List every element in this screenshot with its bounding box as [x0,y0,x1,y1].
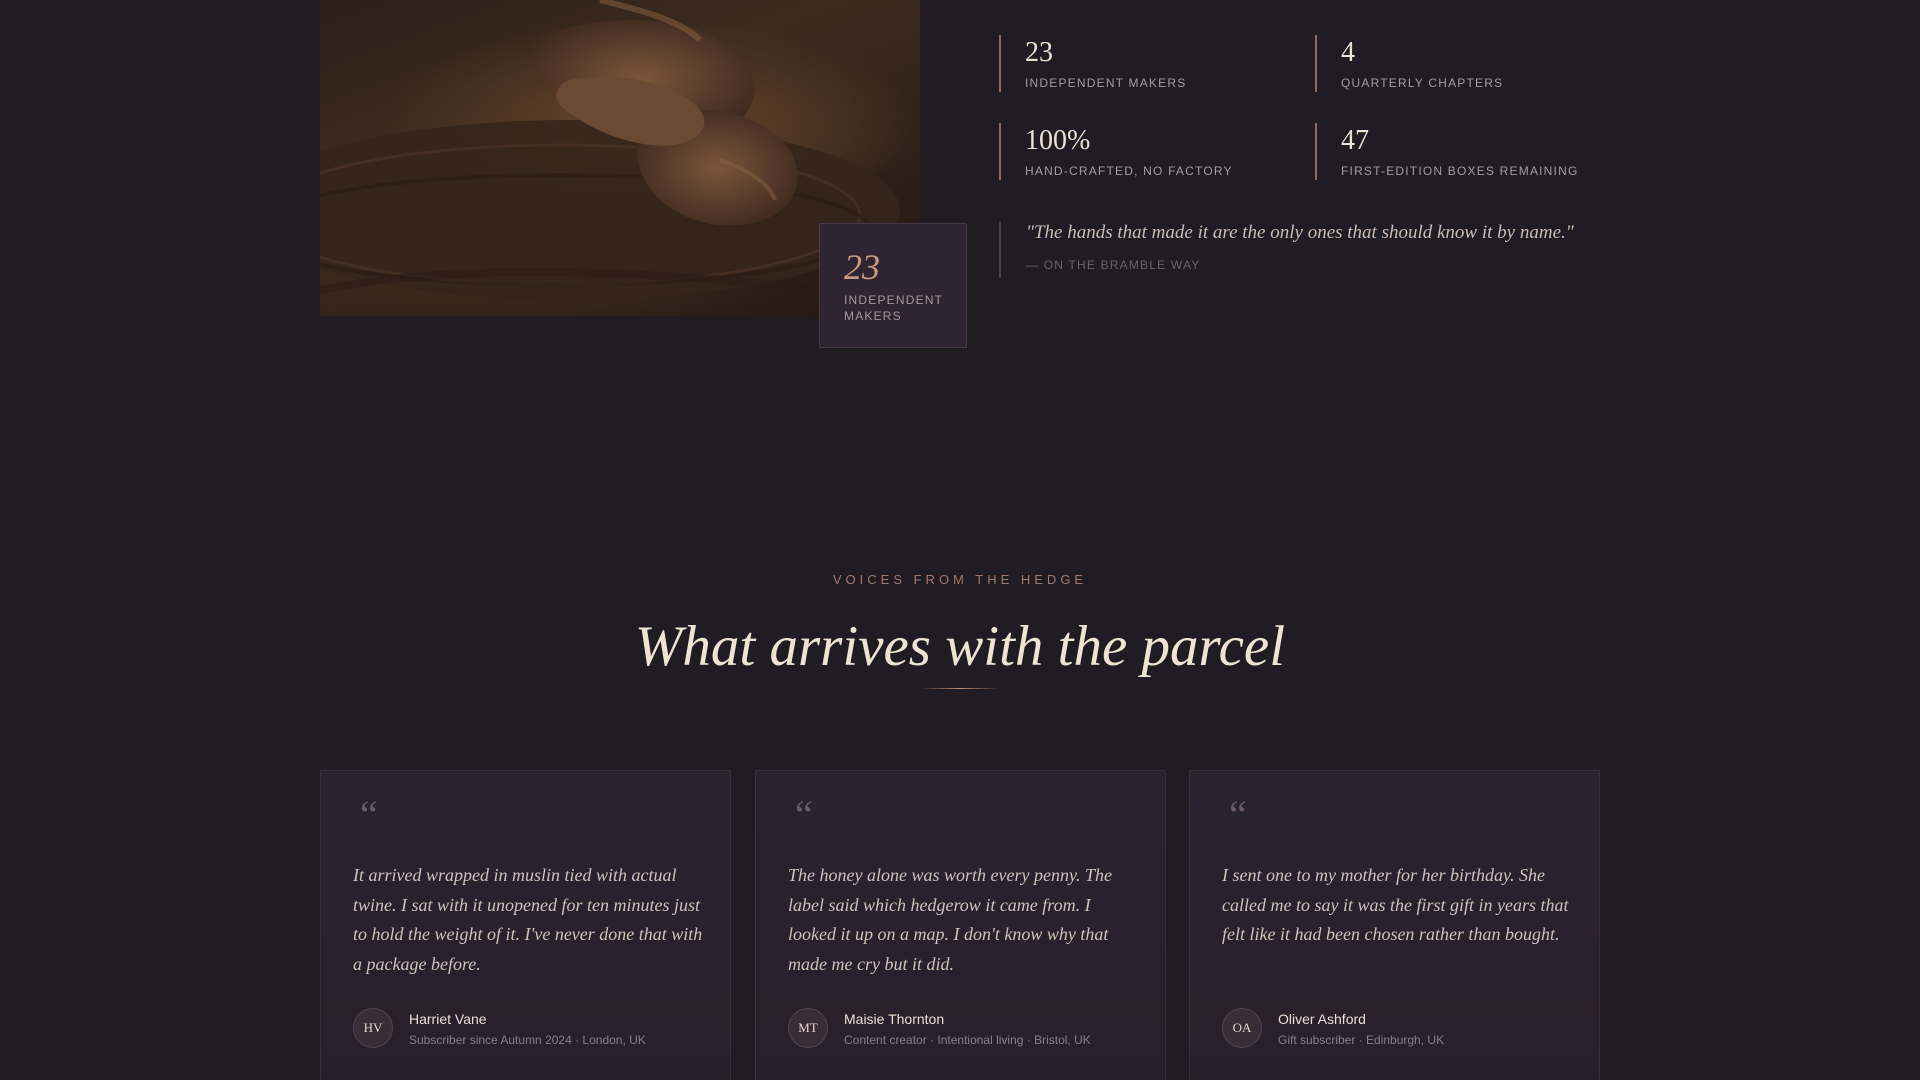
author-name: Oliver Ashford [1278,1011,1366,1027]
quote-mark-icon: “ [1229,792,1247,837]
makers-badge: 23 Independent Makers [819,223,967,348]
stat-label: Independent Makers [1025,76,1187,90]
avatar: HV [353,1008,393,1048]
stat-value: 23 [1025,37,1053,68]
section-eyebrow: Voices from the hedge [832,572,1088,587]
testimonial-text: I sent one to my mother for her birthday… [1222,865,1569,944]
stat-label: Hand-crafted, no factory [1025,164,1233,178]
quote-mark-icon: “ [360,792,378,837]
stat-quarterly-chapters: 4 Quarterly Chapters [1315,35,1605,92]
stat-value: 100% [1025,125,1091,156]
avatar: OA [1222,1008,1262,1048]
badge-number: 23 [844,247,880,287]
badge-label: Independent Makers [844,293,943,323]
stat-boxes-remaining: 47 First-edition boxes remaining [1315,123,1605,180]
section-title: What arrives with the parcel [634,615,1286,678]
testimonial-text: The honey alone was worth every penny. T… [788,865,1112,974]
quote-mark-icon: “ [795,792,813,837]
quote-text: "The hands that made it are the only one… [1026,222,1574,243]
testimonial-card: “ It arrived wrapped in muslin tied with… [320,770,731,1080]
author-name: Maisie Thornton [844,1011,945,1027]
page: 23 Independent Makers 23 Independent Mak… [0,0,1920,1080]
testimonial-text: It arrived wrapped in muslin tied with a… [353,865,703,974]
stat-label: First-edition boxes remaining [1341,164,1579,178]
author-meta: Gift subscriber · Edinburgh, UK [1278,1033,1445,1047]
testimonial-card: “ I sent one to my mother for her birthd… [1189,770,1600,1080]
author-meta: Content creator · Intentional living · B… [844,1033,1091,1047]
stat-independent-makers: 23 Independent Makers [999,35,1289,92]
title-divider [920,688,1000,689]
testimonial-card: “ The honey alone was worth every penny.… [755,770,1166,1080]
stat-hand-crafted: 100% Hand-crafted, no factory [999,123,1289,180]
stat-value: 47 [1341,125,1369,156]
author-name: Harriet Vane [409,1011,487,1027]
stat-value: 4 [1341,37,1355,68]
quote-attribution: — On the Bramble Way [1026,258,1201,272]
stat-label: Quarterly Chapters [1341,76,1504,90]
avatar: MT [788,1008,828,1048]
brand-quote: "The hands that made it are the only one… [999,221,1599,278]
author-meta: Subscriber since Autumn 2024 · London, U… [409,1033,646,1047]
